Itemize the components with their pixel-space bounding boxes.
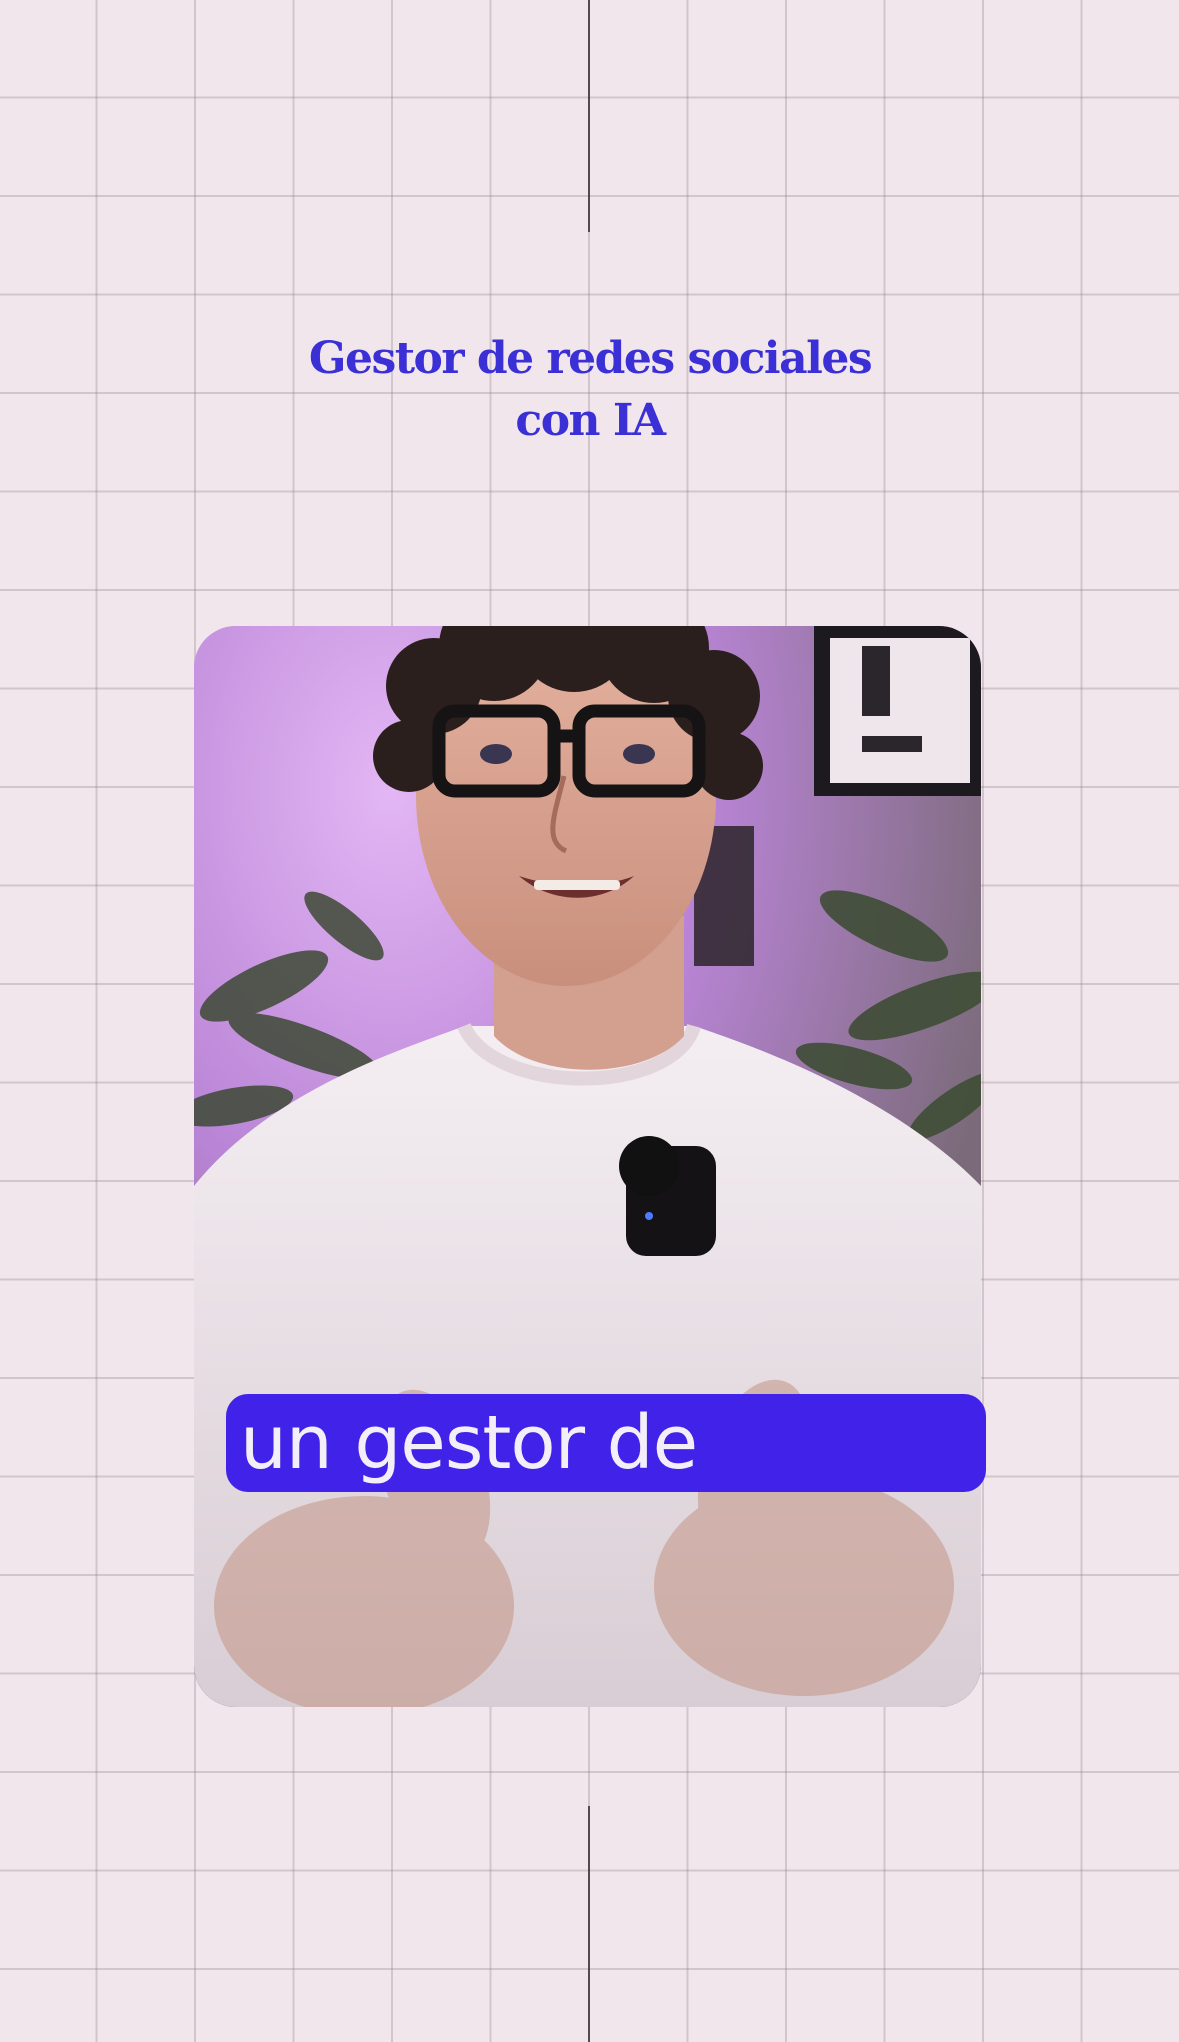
headline: Gestor de redes sociales con IA (240, 328, 940, 452)
headline-line-1: Gestor de redes sociales (308, 333, 873, 384)
guide-line-bottom (588, 1806, 590, 2042)
video-person-illustration (194, 626, 981, 1707)
guide-line-top (588, 0, 590, 232)
caption-box: un gestor de (226, 1394, 986, 1492)
video-frame[interactable] (194, 626, 981, 1707)
caption-text: un gestor de (240, 1400, 698, 1486)
headline-line-2: con IA (515, 395, 666, 446)
